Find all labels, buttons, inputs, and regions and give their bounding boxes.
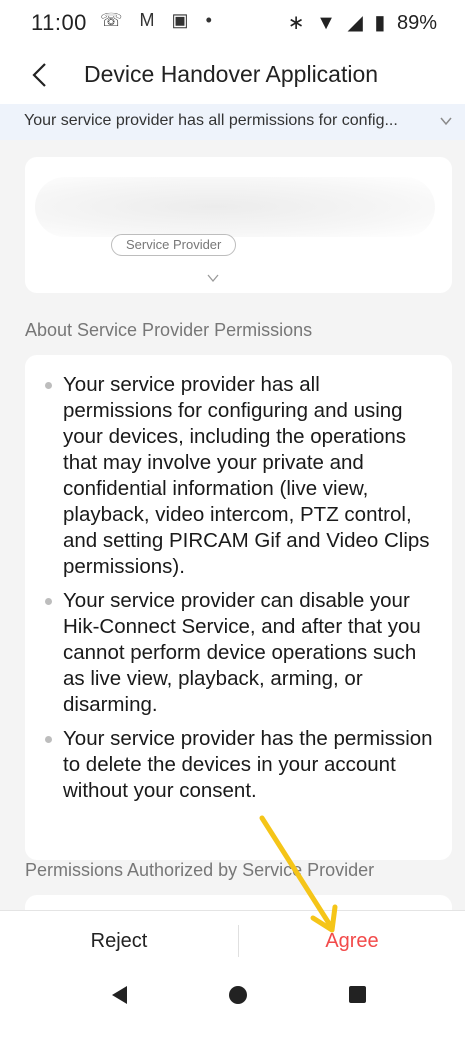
service-provider-card: Service Provider	[25, 157, 452, 293]
permission-item: Your service provider can disable your H…	[43, 588, 434, 718]
system-icons: ∗ ▼ ◢ ▮ 89%	[282, 10, 437, 35]
battery-level: 89%	[396, 12, 437, 34]
chevron-down-icon[interactable]	[439, 114, 453, 128]
notification-icons: ☏ M ▣ •	[100, 10, 224, 31]
info-banner[interactable]: Your service provider has all permission…	[0, 104, 465, 140]
bluetooth-icon: ∗	[287, 12, 305, 34]
status-bar: 11:00 ☏ M ▣ • ∗ ▼ ◢ ▮ 89%	[0, 0, 465, 44]
expand-chevron-icon[interactable]	[206, 273, 220, 283]
system-nav-bar	[0, 970, 465, 1048]
banner-text: Your service provider has all permission…	[24, 112, 398, 129]
service-provider-chip: Service Provider	[111, 234, 237, 256]
nav-recents-icon[interactable]	[349, 986, 366, 1003]
reject-button[interactable]: Reject	[0, 911, 238, 971]
permissions-card: Your service provider has all permission…	[25, 355, 452, 860]
battery-icon: ▮	[374, 12, 386, 34]
permission-item: Your service provider has all permission…	[43, 372, 434, 580]
camera-icon: ▣	[171, 10, 189, 30]
provider-info-blurred	[35, 177, 435, 237]
whatsapp-icon: ☏	[100, 10, 123, 30]
status-time: 11:00	[31, 10, 87, 35]
action-bar: Reject Agree	[0, 910, 465, 970]
permission-item: Your service provider has the permission…	[43, 726, 434, 804]
authorized-permissions-heading: Permissions Authorized by Service Provid…	[25, 860, 375, 880]
page-title: Device Handover Application	[84, 61, 379, 87]
permissions-list: Your service provider has all permission…	[25, 355, 452, 804]
nav-home-icon[interactable]	[229, 986, 247, 1004]
app-header: Device Handover Application	[0, 44, 465, 106]
gmail-icon: M	[139, 10, 155, 30]
about-permissions-heading: About Service Provider Permissions	[25, 320, 313, 340]
dot-icon: •	[205, 10, 212, 30]
signal-icon: ◢	[347, 12, 363, 34]
authorized-permissions-card	[25, 895, 452, 910]
agree-button[interactable]: Agree	[239, 911, 465, 971]
wifi-icon: ▼	[316, 12, 336, 34]
scroll-content[interactable]: Service Provider About Service Provider …	[0, 140, 465, 910]
back-arrow-icon[interactable]	[30, 62, 50, 88]
nav-back-icon[interactable]	[110, 985, 128, 1005]
